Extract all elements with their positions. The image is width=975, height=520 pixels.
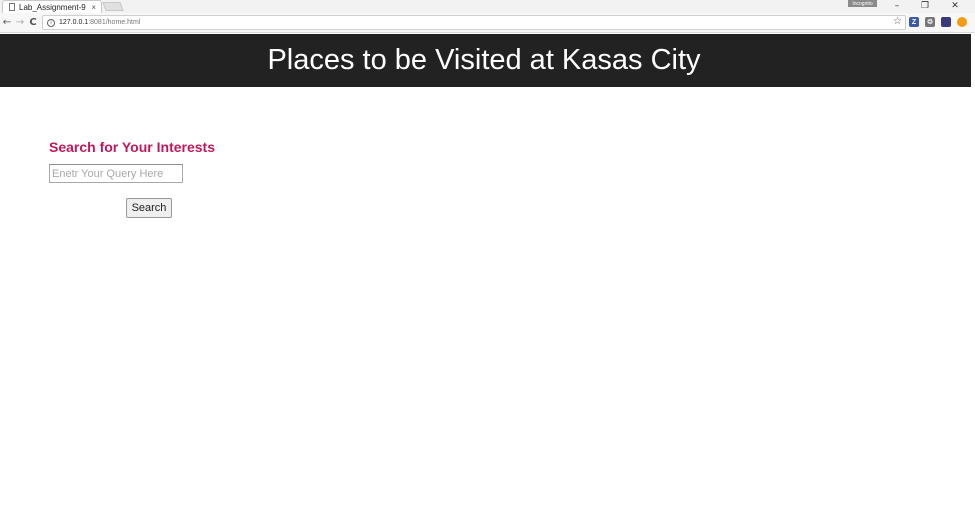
address-bar[interactable]: i 127.0.0.1 :8081/home.html ☆ bbox=[42, 15, 906, 30]
page-title: Places to be Visited at Kasas City bbox=[267, 44, 701, 76]
orange-extension-icon[interactable] bbox=[957, 17, 967, 27]
search-heading: Search for Your Interests bbox=[49, 139, 215, 155]
reload-icon[interactable]: C bbox=[27, 16, 39, 29]
folder-extension-icon[interactable] bbox=[941, 17, 951, 27]
profile-badge[interactable]: Incognito bbox=[848, 0, 877, 7]
restore-icon[interactable]: ❐ bbox=[915, 0, 935, 12]
window-close-icon[interactable]: ✕ bbox=[945, 0, 965, 12]
close-icon[interactable]: × bbox=[91, 3, 96, 12]
browser-tab[interactable]: Lab_Assignment-9 × bbox=[2, 0, 102, 13]
info-icon[interactable]: i bbox=[47, 18, 55, 27]
browser-title-bar: Lab_Assignment-9 × Incognito – ❐ ✕ bbox=[0, 0, 975, 13]
tab-title: Lab_Assignment-9 bbox=[19, 2, 86, 12]
page-header: Places to be Visited at Kasas City bbox=[0, 34, 971, 87]
url-path: :8081/home.html bbox=[88, 19, 141, 26]
search-button[interactable]: Search bbox=[126, 198, 172, 218]
new-tab-button[interactable] bbox=[102, 2, 124, 11]
url-host: 127.0.0.1 bbox=[59, 19, 89, 26]
page-icon bbox=[9, 3, 15, 11]
minimize-icon[interactable]: – bbox=[887, 0, 907, 12]
browser-toolbar: ← → C i 127.0.0.1 :8081/home.html ☆ Z ♲ bbox=[0, 13, 975, 33]
recycle-extension-icon[interactable]: ♲ bbox=[925, 17, 935, 27]
bookmark-star-icon[interactable]: ☆ bbox=[893, 16, 902, 27]
back-arrow-icon[interactable]: ← bbox=[1, 16, 13, 29]
z-extension-icon[interactable]: Z bbox=[909, 17, 919, 27]
forward-arrow-icon[interactable]: → bbox=[14, 16, 26, 29]
search-input[interactable] bbox=[49, 164, 183, 183]
